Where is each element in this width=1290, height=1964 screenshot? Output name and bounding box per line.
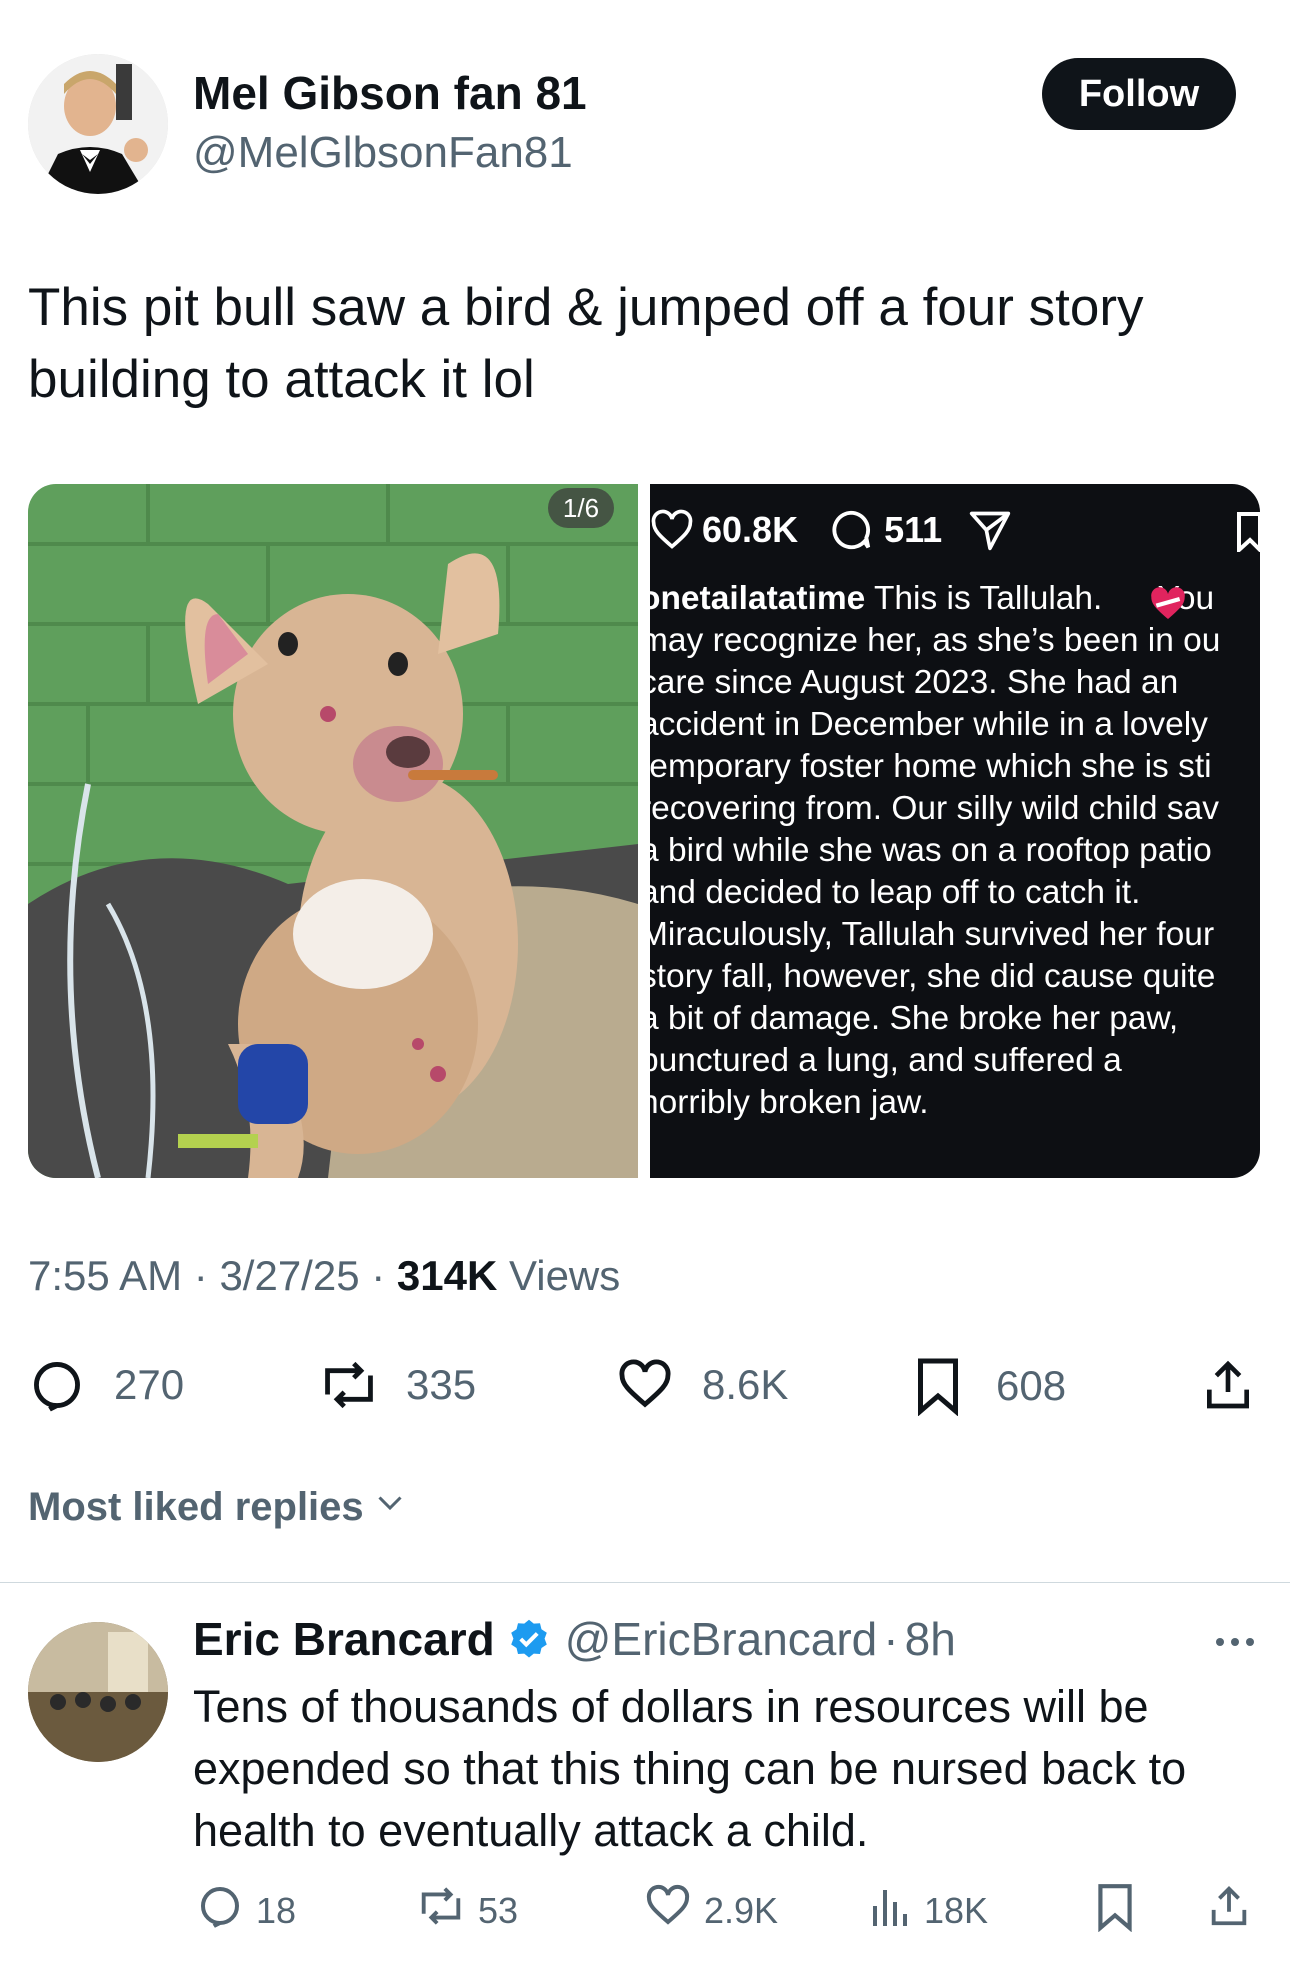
verified-badge-icon bbox=[507, 1617, 551, 1661]
divider bbox=[0, 1582, 1290, 1583]
reply-share-button[interactable] bbox=[1206, 1882, 1252, 1939]
reply-bookmark-button[interactable] bbox=[1094, 1882, 1136, 1941]
reply-author-avatar[interactable] bbox=[28, 1622, 168, 1762]
repost-button[interactable]: 335 bbox=[318, 1356, 476, 1414]
views-count: 314K bbox=[396, 1252, 498, 1299]
reply-reply-button[interactable]: 18 bbox=[196, 1882, 296, 1939]
like-count: 8.6K bbox=[702, 1361, 789, 1408]
reply-age[interactable]: 8h bbox=[905, 1612, 956, 1666]
caption-line: temporary foster home which she is sti bbox=[640, 748, 1212, 785]
embedded-likes: 60.8K bbox=[702, 509, 799, 550]
embedded-caption-user: onetailatatime bbox=[640, 580, 866, 617]
like-button[interactable]: 8.6K bbox=[616, 1356, 788, 1414]
bookmark-icon bbox=[912, 1356, 964, 1416]
chevron-down-icon bbox=[372, 1484, 408, 1530]
caption-line: recovering from. Our silly wild child sa… bbox=[640, 790, 1219, 827]
reply-views-button[interactable]: 18K bbox=[868, 1882, 988, 1939]
share-button[interactable] bbox=[1200, 1356, 1256, 1414]
like-heart-icon bbox=[644, 1882, 692, 1939]
author-name[interactable]: Mel Gibson fan 81 bbox=[193, 66, 587, 120]
tweet-date[interactable]: 3/27/25 bbox=[219, 1252, 359, 1299]
caption-line: horribly broken jaw. bbox=[640, 1084, 929, 1121]
author-handle[interactable]: @MelGlbsonFan81 bbox=[193, 128, 573, 178]
reply-repost-count: 53 bbox=[478, 1889, 519, 1931]
caption-line: Miraculously, Tallulah survived her four bbox=[640, 916, 1215, 953]
bookmark-icon bbox=[1094, 1882, 1136, 1941]
comment-icon bbox=[828, 507, 874, 553]
more-options-icon[interactable] bbox=[1214, 1632, 1256, 1652]
views-bar-chart-icon bbox=[868, 1882, 910, 1939]
most-liked-replies-dropdown[interactable]: Most liked replies bbox=[28, 1484, 408, 1530]
reply-author-handle[interactable]: @EricBrancard bbox=[565, 1612, 878, 1666]
media-counter-badge: 1/6 bbox=[548, 488, 614, 528]
reply-like-button[interactable]: 2.9K bbox=[644, 1882, 778, 1939]
repost-icon bbox=[318, 1356, 380, 1414]
reply-button[interactable]: 270 bbox=[28, 1356, 184, 1414]
reply-reply-count: 18 bbox=[256, 1889, 297, 1931]
like-heart-icon bbox=[616, 1356, 674, 1414]
caption-line: punctured a lung, and suffered a bbox=[640, 1042, 1122, 1079]
tweet-time[interactable]: 7:55 AM bbox=[28, 1252, 182, 1299]
dog-photo-illustration bbox=[28, 484, 638, 1178]
caption-line: story fall, however, she did cause quite bbox=[640, 958, 1216, 995]
follow-button[interactable]: Follow bbox=[1042, 58, 1236, 130]
caption-line: care since August 2023. She had an bbox=[640, 664, 1179, 701]
tweet-text: This pit bull saw a bird & jumped off a … bbox=[28, 278, 1144, 409]
heart-icon bbox=[650, 508, 694, 552]
repost-icon bbox=[416, 1882, 466, 1939]
share-icon bbox=[1200, 1356, 1256, 1414]
embedded-post-stats: 60.8K 511 bbox=[650, 500, 1012, 560]
bookmark-count: 608 bbox=[996, 1362, 1067, 1409]
reply-icon bbox=[196, 1882, 244, 1939]
bookmark-button[interactable]: 608 bbox=[912, 1356, 1066, 1416]
tweet-meta: 7:55 AM · 3/27/25 · 314K Views bbox=[28, 1252, 621, 1299]
caption-line: a bit of damage. She broke her paw, bbox=[640, 1000, 1179, 1037]
reply-views-count: 18K bbox=[924, 1889, 989, 1931]
caption-line: a bird while she was on a rooftop patio bbox=[640, 832, 1212, 869]
caption-line: and decided to leap off to catch it. bbox=[640, 874, 1141, 911]
heart-emoji-icon bbox=[1148, 584, 1188, 624]
repost-count: 335 bbox=[406, 1361, 477, 1408]
embedded-comments: 511 bbox=[884, 509, 943, 550]
media-photo-dog[interactable] bbox=[28, 484, 638, 1178]
reply-repost-button[interactable]: 53 bbox=[416, 1882, 518, 1939]
reply-count: 270 bbox=[114, 1361, 185, 1408]
most-liked-label: Most liked replies bbox=[28, 1484, 364, 1529]
reply-author-name[interactable]: Eric Brancard bbox=[193, 1612, 495, 1666]
embedded-caption: onetailatatime This is Tallulah. You may… bbox=[640, 578, 1270, 1138]
caption-line: may recognize her, as she’s been in ou bbox=[640, 622, 1221, 659]
share-plane-icon bbox=[968, 508, 1012, 552]
reply-separator: · bbox=[883, 1613, 899, 1665]
embedded-bookmark-icon bbox=[1236, 512, 1262, 555]
reply-header: Eric Brancard @EricBrancard · 8h bbox=[193, 1612, 956, 1666]
share-icon bbox=[1206, 1882, 1252, 1939]
views-label: Views bbox=[508, 1252, 621, 1299]
reply-icon bbox=[28, 1356, 86, 1414]
author-avatar[interactable] bbox=[28, 54, 168, 194]
caption-line: accident in December while in a lovely bbox=[640, 706, 1208, 743]
reply-like-count: 2.9K bbox=[704, 1889, 779, 1931]
reply-text: Tens of thousands of dollars in resource… bbox=[193, 1681, 1187, 1856]
